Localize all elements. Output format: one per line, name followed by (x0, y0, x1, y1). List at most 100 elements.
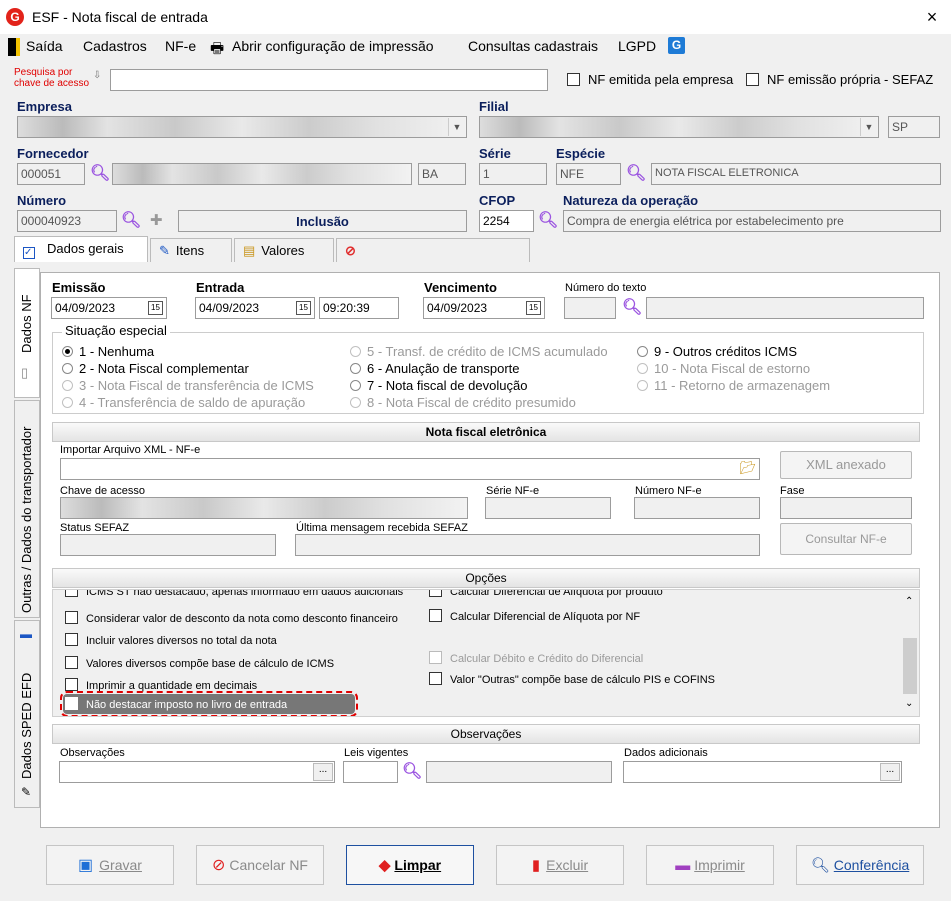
tab-label: Itens (175, 243, 205, 258)
emissao-date[interactable]: 04/09/2023 15 (51, 297, 167, 319)
window-title: ESF - Nota fiscal de entrada (32, 9, 208, 25)
opcoes-scrollbar[interactable]: ⌃ ⌄ (901, 590, 919, 716)
trash-icon: ▮ (531, 857, 541, 874)
cancelar-nf-button[interactable]: ⊘ Cancelar NF (196, 845, 324, 885)
search-label: Pesquisa por chave de acesso (14, 67, 90, 89)
search-icon[interactable]: 🔍︎ (402, 761, 422, 781)
nf-emitida-label: NF emitida pela empresa (588, 72, 734, 87)
num-texto-input[interactable] (564, 297, 616, 319)
chevron-up-icon[interactable]: ⌃ (905, 596, 913, 607)
dados-ellipsis-button[interactable]: ... (880, 763, 900, 781)
option-label: 3 - Nota Fiscal de transferência de ICMS (79, 378, 314, 393)
search-icon[interactable]: 🔍︎ (626, 163, 646, 183)
pin-icon: ⇩ (93, 70, 102, 81)
sidetab-sped[interactable]: ▬ Dados SPED EFD ✎ (14, 620, 40, 808)
consultar-nfe-button[interactable]: Consultar NF-e (780, 523, 912, 555)
tab-extra[interactable]: ⊘ (336, 238, 530, 262)
chevron-down-icon[interactable]: ⌄ (905, 698, 913, 709)
radio-icon (350, 363, 361, 374)
tab-dados-gerais[interactable]: ✓ Dados gerais (14, 236, 148, 262)
chevron-down-icon[interactable]: ▼ (448, 118, 465, 136)
sidetab-transportador[interactable]: Outras / Dados do transportador (14, 400, 40, 618)
menu-nfe[interactable]: NF-e (165, 38, 196, 54)
opcao-right-1[interactable]: Calcular Diferencial de Alíquota por NF (429, 609, 640, 623)
search-icon[interactable]: 🔍︎ (90, 163, 110, 183)
checkbox-icon (65, 611, 78, 624)
menu-cadastros[interactable]: Cadastros (83, 38, 147, 54)
menu-print-config[interactable]: Abrir configuração de impressão (232, 38, 434, 54)
limpar-button[interactable]: ◆ Limpar (346, 845, 474, 885)
opcao-left-2[interactable]: Incluir valores diversos no total da not… (65, 633, 277, 647)
button-label: Excluir (546, 857, 589, 873)
gravar-button[interactable]: ▣ Gravar (46, 845, 174, 885)
search-icon[interactable]: 🔍︎ (622, 297, 642, 317)
menu-lgpd[interactable]: LGPD (618, 38, 656, 54)
option-label: 7 - Nota fiscal de devolução (367, 378, 528, 393)
situacao-option-7[interactable]: 7 - Nota fiscal de devolução (350, 378, 527, 393)
situacao-option-2[interactable]: 2 - Nota Fiscal complementar (62, 361, 249, 376)
nf-emitida-checkbox[interactable] (567, 73, 580, 86)
obs-ellipsis-button[interactable]: ... (313, 763, 333, 781)
obs-input[interactable]: ... (59, 761, 335, 783)
opcao-right-0[interactable]: Calcular Diferencial de Alíquota por pro… (429, 590, 663, 598)
dados-adicionais-label: Dados adicionais (624, 747, 708, 759)
opcao-left-4[interactable]: Imprimir a quantidade em decimais (65, 678, 257, 692)
calendar-icon[interactable]: 15 (296, 301, 311, 315)
lgpd-icon[interactable]: G (668, 37, 685, 54)
vencimento-value: 04/09/2023 (427, 301, 488, 315)
msg-sefaz-input (295, 534, 760, 556)
search-icon[interactable]: 🔍︎ (538, 210, 558, 230)
excluir-button[interactable]: ▮ Excluir (496, 845, 624, 885)
especie-code[interactable]: NFE (556, 163, 621, 185)
fornecedor-name (112, 163, 412, 185)
situacao-option-9[interactable]: 9 - Outros créditos ICMS (637, 344, 797, 359)
opcao-left-1[interactable]: Considerar valor de desconto da nota com… (65, 611, 398, 625)
plus-icon[interactable]: ✚ (150, 211, 163, 229)
chevron-down-icon[interactable]: ▼ (860, 118, 877, 136)
num-texto-desc (646, 297, 924, 319)
tab-valores[interactable]: ▤ Valores (234, 238, 334, 262)
mode-display: Inclusão (178, 210, 467, 232)
numero-input[interactable]: 000040923 (17, 210, 117, 232)
leis-label: Leis vigentes (344, 747, 409, 759)
search-icon[interactable]: 🔍︎ (121, 210, 141, 230)
search-input[interactable] (110, 69, 548, 91)
option-label: Não destacar imposto no livro de entrada (86, 699, 288, 711)
dados-adicionais-input[interactable]: ... (623, 761, 902, 783)
conferencia-button[interactable]: 🔍︎ Conferência (796, 845, 924, 885)
menu-consultas[interactable]: Consultas cadastrais (468, 38, 598, 54)
cfop-input[interactable]: 2254 (479, 210, 534, 232)
import-xml-input[interactable]: 📂︎ (60, 458, 760, 480)
opcoes-section-header: Opções (52, 568, 920, 588)
nf-propria-checkbox[interactable] (746, 73, 759, 86)
scrollbar-thumb[interactable] (903, 638, 917, 694)
imprimir-button[interactable]: ▬ Imprimir (646, 845, 774, 885)
emissao-label: Emissão (52, 280, 106, 295)
situacao-option-1[interactable]: 1 - Nenhuma (62, 344, 154, 359)
opcao-left-0[interactable]: ICMS ST não destacado, apenas informado … (65, 590, 403, 598)
calendar-icon[interactable]: 15 (148, 301, 163, 315)
opcao-left-3[interactable]: Valores diversos compõe base de cálculo … (65, 656, 334, 670)
xml-anexado-button[interactable]: XML anexado (780, 451, 912, 479)
entrada-time[interactable]: 09:20:39 (319, 297, 399, 319)
calendar-icon[interactable]: 15 (526, 301, 541, 315)
opcao-right-3[interactable]: Valor "Outras" compõe base de cálculo PI… (429, 672, 715, 686)
sidetab-label: Outras / Dados do transportador (19, 426, 34, 613)
menu-saida[interactable]: Saída (26, 38, 63, 54)
close-icon[interactable]: × (918, 4, 946, 30)
leis-input[interactable] (343, 761, 398, 783)
opcao-left-5[interactable]: Não destacar imposto no livro de entrada (60, 691, 358, 716)
serie-nfe-label: Série NF-e (486, 485, 540, 497)
filial-combo[interactable]: ▼ (479, 116, 879, 138)
numero-nfe-input (634, 497, 760, 519)
empresa-combo[interactable]: ▼ (17, 116, 467, 138)
fornecedor-code[interactable]: 000051 (17, 163, 85, 185)
situacao-option-6[interactable]: 6 - Anulação de transporte (350, 361, 520, 376)
vencimento-date[interactable]: 04/09/2023 15 (423, 297, 545, 319)
option-label: 9 - Outros créditos ICMS (654, 344, 798, 359)
folder-icon[interactable]: 📂︎ (738, 460, 758, 478)
entrada-date[interactable]: 04/09/2023 15 (195, 297, 315, 319)
sidetab-dados-nf[interactable]: Dados NF ▯ (14, 268, 40, 398)
serie-input[interactable]: 1 (479, 163, 547, 185)
tab-itens[interactable]: ✎ Itens (150, 238, 232, 262)
